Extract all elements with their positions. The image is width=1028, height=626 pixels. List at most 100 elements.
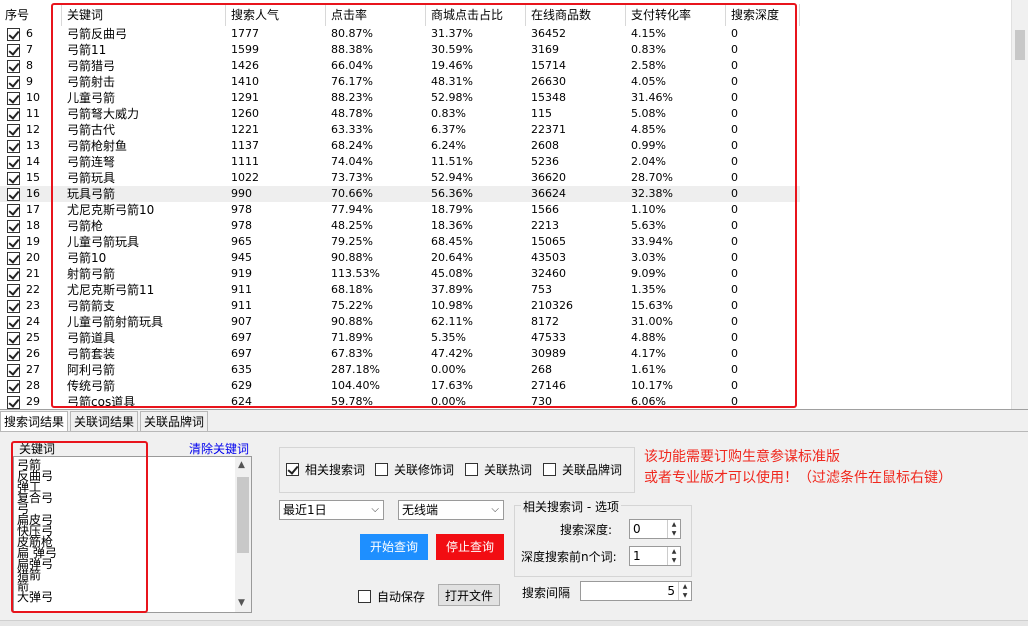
table-row[interactable]: 6 弓箭反曲弓 1777 80.87% 31.37% 36452 4.15% 0 (0, 26, 800, 42)
cell-depth: 0 (731, 59, 738, 72)
header-popularity[interactable]: 搜索人气 (226, 4, 326, 26)
row-checkbox-icon[interactable] (7, 43, 20, 57)
row-checkbox-icon[interactable] (7, 251, 20, 265)
table-row[interactable]: 23 弓箭箭支 911 75.22% 10.98% 210326 15.63% 0 (0, 298, 800, 314)
row-checkbox-icon[interactable] (7, 283, 20, 297)
row-checkbox-icon[interactable] (7, 379, 20, 393)
scroll-up-icon[interactable]: ▲ (238, 460, 245, 470)
checkbox-checked-icon[interactable] (286, 463, 299, 476)
table-row[interactable]: 20 弓箭10 945 90.88% 20.64% 43503 3.03% 0 (0, 250, 800, 266)
keyword-scrollbar[interactable]: ▲ ▼ (235, 457, 251, 612)
header-index[interactable]: 序号 (0, 4, 62, 26)
table-row[interactable]: 12 弓箭古代 1221 63.33% 6.37% 22371 4.85% 0 (0, 122, 800, 138)
spinner-arrows-icon[interactable]: ▲ ▼ (678, 582, 691, 600)
row-checkbox-icon[interactable] (7, 91, 20, 105)
table-row[interactable]: 25 弓箭道具 697 71.89% 5.35% 47533 4.88% 0 (0, 330, 800, 346)
keyword-textarea[interactable]: 弓箭 反曲弓 弹工 复合弓弓扁皮弓 快压弓 皮筋枪扁 弹弓 扁弹弓 猎箭箭大弹弓 ▲ ▼ (13, 456, 252, 613)
row-checkbox-icon[interactable] (7, 331, 20, 345)
row-checkbox-icon[interactable] (7, 395, 20, 409)
cell-conv: 4.88% (631, 331, 666, 344)
row-checkbox-icon[interactable] (7, 299, 20, 313)
cell-pop: 629 (231, 379, 252, 392)
checkbox-unchecked-icon[interactable] (375, 463, 388, 476)
autosave-checkbox[interactable]: 自动保存 (358, 588, 425, 605)
row-checkbox-icon[interactable] (7, 363, 20, 377)
spinner-arrows-icon[interactable]: ▲ ▼ (667, 520, 680, 538)
row-checkbox-icon[interactable] (7, 59, 20, 73)
header-ctr[interactable]: 点击率 (326, 4, 426, 26)
cell-pop: 1137 (231, 139, 259, 152)
cell-pop: 978 (231, 203, 252, 216)
header-mall-ratio[interactable]: 商城点击占比 (426, 4, 526, 26)
scroll-thumb[interactable] (1015, 30, 1025, 60)
table-row[interactable]: 27 阿利弓箭 635 287.18% 0.00% 268 1.61% 0 (0, 362, 800, 378)
row-checkbox-icon[interactable] (7, 27, 20, 41)
depth-value: 0 (633, 522, 641, 536)
header-keyword[interactable]: 关键词 (62, 4, 226, 26)
table-row[interactable]: 10 儿童弓箭 1291 88.23% 52.98% 15348 31.46% 0 (0, 90, 800, 106)
checkbox-unchecked-icon[interactable] (465, 463, 478, 476)
depth-spinner[interactable]: 0 ▲ ▼ (629, 519, 681, 539)
checkbox-unchecked-icon[interactable] (358, 590, 371, 603)
table-row[interactable]: 21 射箭弓箭 919 113.53% 45.08% 32460 9.09% 0 (0, 266, 800, 282)
tab-search-results[interactable]: 搜索词结果 (0, 411, 69, 431)
hot-words-checkbox[interactable]: 关联热词 (465, 461, 532, 478)
row-checkbox-icon[interactable] (7, 219, 20, 233)
table-row[interactable]: 22 尤尼克斯弓箭11 911 68.18% 37.89% 753 1.35% 0 (0, 282, 800, 298)
tab-divider (0, 431, 1028, 432)
row-checkbox-icon[interactable] (7, 187, 20, 201)
table-row[interactable]: 17 尤尼克斯弓箭10 978 77.94% 18.79% 1566 1.10% 0 (0, 202, 800, 218)
row-checkbox-icon[interactable] (7, 139, 20, 153)
table-row[interactable]: 29 弓箭cos道具 624 59.78% 0.00% 730 6.06% 0 (0, 394, 800, 409)
device-select[interactable]: 无线端 ⌵ (398, 500, 504, 520)
cell-ctr: 88.23% (331, 91, 373, 104)
row-checkbox-icon[interactable] (7, 75, 20, 89)
table-row[interactable]: 9 弓箭射击 1410 76.17% 48.31% 26630 4.05% 0 (0, 74, 800, 90)
row-checkbox-icon[interactable] (7, 203, 20, 217)
modifier-checkbox[interactable]: 关联修饰词 (375, 461, 454, 478)
cell-kw: 弓箭射击 (67, 75, 116, 89)
brand-words-checkbox[interactable]: 关联品牌词 (543, 461, 622, 478)
checkbox-unchecked-icon[interactable] (543, 463, 556, 476)
header-online-goods[interactable]: 在线商品数 (526, 4, 626, 26)
row-index: 25 (26, 331, 40, 344)
table-row[interactable]: 14 弓箭连弩 1111 74.04% 11.51% 5236 2.04% 0 (0, 154, 800, 170)
row-checkbox-icon[interactable] (7, 235, 20, 249)
header-depth[interactable]: 搜索深度 (726, 4, 800, 26)
open-file-button[interactable]: 打开文件 (438, 584, 500, 606)
cell-pop: 945 (231, 251, 252, 264)
interval-spinner[interactable]: 5 ▲ ▼ (580, 581, 692, 601)
row-checkbox-icon[interactable] (7, 123, 20, 137)
table-row[interactable]: 15 弓箭玩具 1022 73.73% 52.94% 36620 28.70% 0 (0, 170, 800, 186)
start-query-button[interactable]: 开始查询 (360, 534, 428, 560)
topn-spinner[interactable]: 1 ▲ ▼ (629, 546, 681, 566)
table-row[interactable]: 11 弓箭弩大威力 1260 48.78% 0.83% 115 5.08% 0 (0, 106, 800, 122)
row-checkbox-icon[interactable] (7, 107, 20, 121)
header-conversion[interactable]: 支付转化率 (626, 4, 726, 26)
related-search-checkbox[interactable]: 相关搜索词 (286, 461, 365, 478)
row-checkbox-icon[interactable] (7, 155, 20, 169)
row-checkbox-icon[interactable] (7, 171, 20, 185)
row-checkbox-icon[interactable] (7, 347, 20, 361)
table-row[interactable]: 8 弓箭猎弓 1426 66.04% 19.46% 15714 2.58% 0 (0, 58, 800, 74)
table-row[interactable]: 28 传统弓箭 629 104.40% 17.63% 27146 10.17% 0 (0, 378, 800, 394)
table-row[interactable]: 7 弓箭11 1599 88.38% 30.59% 3169 0.83% 0 (0, 42, 800, 58)
table-row[interactable]: 19 儿童弓箭玩具 965 79.25% 68.45% 15065 33.94% 0 (0, 234, 800, 250)
table-row[interactable]: 16 玩具弓箭 990 70.66% 56.36% 36624 32.38% 0 (0, 186, 800, 202)
row-checkbox-icon[interactable] (7, 315, 20, 329)
table-row[interactable]: 24 儿童弓箭射箭玩具 907 90.88% 62.11% 8172 31.00% 0 (0, 314, 800, 330)
grid-scrollbar[interactable] (1011, 0, 1028, 409)
table-row[interactable]: 13 弓箭枪射鱼 1137 68.24% 6.24% 2608 0.99% 0 (0, 138, 800, 154)
clear-keywords-link[interactable]: 清除关键词 (189, 440, 249, 457)
scroll-down-icon[interactable]: ▼ (238, 598, 245, 608)
stop-query-button[interactable]: 停止查询 (436, 534, 504, 560)
tab-related-results[interactable]: 关联词结果 (70, 411, 139, 431)
row-checkbox-icon[interactable] (7, 267, 20, 281)
tab-related-brands[interactable]: 关联品牌词 (140, 411, 209, 431)
results-grid[interactable]: 序号 关键词 搜索人气 点击率 商城点击占比 在线商品数 支付转化率 搜索深度 … (0, 0, 1028, 410)
period-select[interactable]: 最近1日 ⌵ (279, 500, 384, 520)
table-row[interactable]: 26 弓箭套装 697 67.83% 47.42% 30989 4.17% 0 (0, 346, 800, 362)
spinner-arrows-icon[interactable]: ▲ ▼ (667, 547, 680, 565)
keyword-scroll-thumb[interactable] (237, 477, 249, 553)
table-row[interactable]: 18 弓箭枪 978 48.25% 18.36% 2213 5.63% 0 (0, 218, 800, 234)
